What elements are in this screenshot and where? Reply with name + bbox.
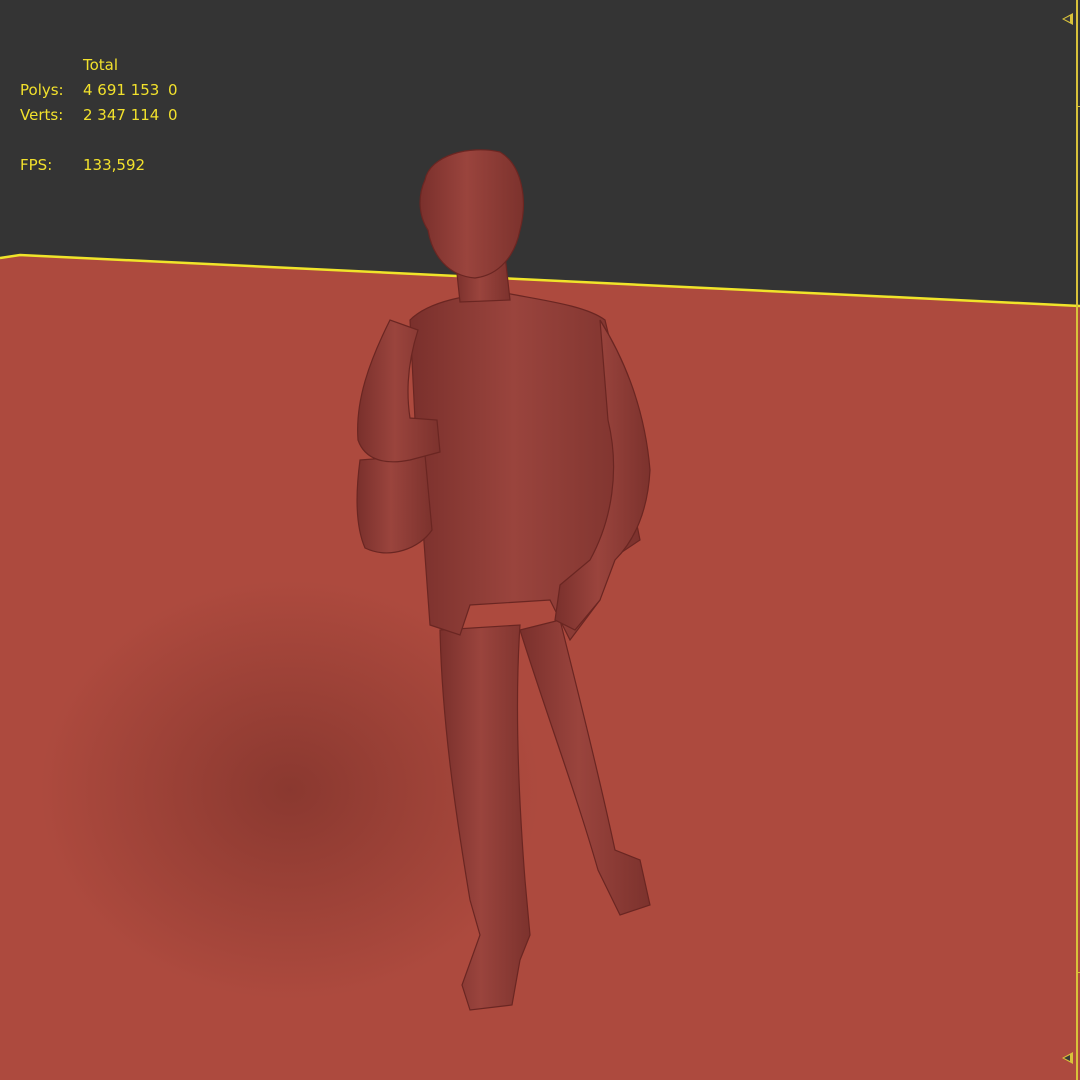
stats-total-header: Total	[83, 56, 119, 74]
verts-total: 2 347 114	[83, 106, 160, 124]
scene-canvas[interactable]	[0, 0, 1080, 1080]
polys-total: 4 691 153	[83, 81, 160, 99]
time-slider[interactable]	[1050, 0, 1080, 1080]
polys-selected: 0	[168, 81, 178, 99]
polys-label: Polys:	[20, 81, 64, 99]
verts-selected: 0	[168, 106, 178, 124]
time-slider-track[interactable]	[1076, 0, 1078, 1080]
verts-label: Verts:	[20, 106, 64, 124]
fps-label: FPS:	[20, 156, 53, 174]
fps-value: 133,592	[83, 156, 146, 174]
slider-tick	[1076, 106, 1080, 107]
triangle-left-icon[interactable]	[1062, 1052, 1073, 1064]
slider-tick	[1076, 972, 1080, 973]
3d-viewport[interactable]: Total Polys: 4 691 153 0 Verts: 2 347 11…	[0, 0, 1080, 1080]
triangle-left-icon[interactable]	[1062, 13, 1073, 25]
